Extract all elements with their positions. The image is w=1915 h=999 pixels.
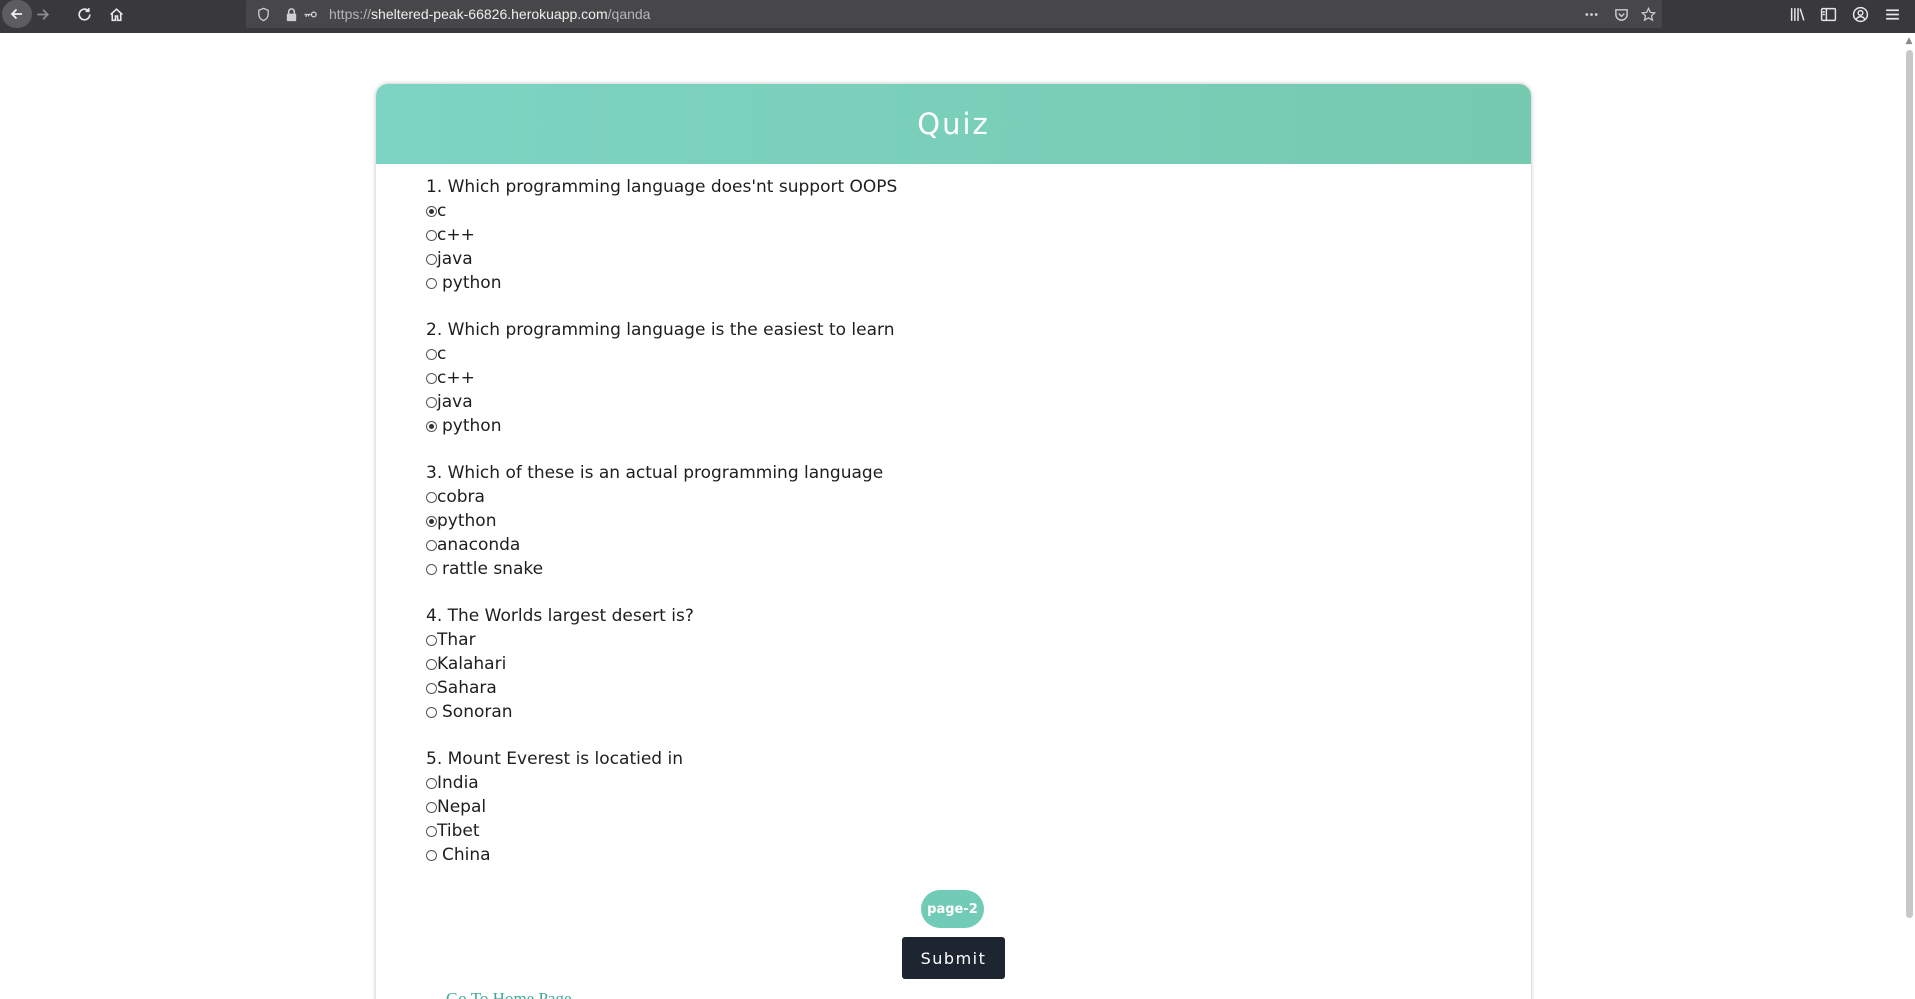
question-text: 5. Mount Everest is locatied in [426, 749, 683, 769]
shield-icon[interactable] [254, 5, 272, 23]
option-india[interactable]: India [426, 771, 897, 795]
quiz-card: Quiz 1. Which programming language does'… [376, 84, 1531, 999]
radio-button[interactable] [426, 777, 437, 789]
reload-icon[interactable] [69, 0, 99, 28]
option-kalahari[interactable]: Kalahari [426, 652, 897, 676]
account-icon[interactable] [1845, 0, 1875, 28]
option-java[interactable]: java [426, 247, 897, 271]
pocket-icon[interactable] [1612, 5, 1630, 23]
home-page-link[interactable]: Go To Home Page [446, 989, 572, 999]
option-python[interactable]: python [426, 509, 897, 533]
question-text: 1. Which programming language does'nt su… [426, 177, 898, 197]
option-label: anaconda [437, 535, 521, 555]
home-icon[interactable] [101, 0, 131, 28]
radio-button[interactable] [426, 253, 437, 265]
option-rattle-snake[interactable]: rattle snake [426, 557, 897, 581]
more-icon[interactable] [1582, 5, 1600, 23]
option-label: python [442, 416, 502, 436]
option-label: c++ [437, 225, 475, 245]
menu-icon[interactable] [1877, 0, 1907, 28]
radio-button[interactable] [426, 634, 437, 646]
option-china[interactable]: China [426, 843, 897, 867]
option-sonoran[interactable]: Sonoran [426, 700, 897, 724]
option-label: java [437, 392, 473, 412]
option-cobra[interactable]: cobra [426, 485, 897, 509]
option-python[interactable]: python [426, 414, 897, 438]
option-label: China [442, 845, 491, 865]
option-nepal[interactable]: Nepal [426, 795, 897, 819]
radio-button[interactable] [426, 205, 437, 217]
sidebar-icon[interactable] [1813, 0, 1843, 28]
question-text: 4. The Worlds largest desert is? [426, 606, 694, 626]
option-tibet[interactable]: Tibet [426, 819, 897, 843]
option-label: c [437, 201, 447, 221]
radio-button[interactable] [426, 825, 437, 837]
option-cpp[interactable]: c++ [426, 366, 897, 390]
option-label: java [437, 249, 473, 269]
url-host: sheltered-peak-66826.herokuapp.com [371, 6, 608, 22]
radio-button[interactable] [426, 491, 437, 503]
forward-icon[interactable] [27, 0, 57, 28]
question-text: 3. Which of these is an actual programmi… [426, 463, 884, 483]
option-java[interactable]: java [426, 390, 897, 414]
radio-button[interactable] [426, 515, 437, 527]
option-anaconda[interactable]: anaconda [426, 533, 897, 557]
option-label: Kalahari [437, 654, 507, 674]
url-prefix: https:// [329, 6, 372, 22]
star-icon[interactable] [1639, 5, 1657, 23]
option-label: rattle snake [442, 559, 544, 579]
option-label: python [437, 511, 497, 531]
key-icon[interactable] [301, 5, 319, 23]
option-label: Sonoran [442, 702, 513, 722]
option-thar[interactable]: Thar [426, 628, 897, 652]
option-label: c [437, 344, 447, 364]
radio-button[interactable] [426, 420, 437, 432]
radio-button[interactable] [426, 682, 437, 694]
question-5: 5. Mount Everest is locatied in India Ne… [426, 747, 897, 890]
url-bar[interactable]: https://sheltered-peak-66826.herokuapp.c… [246, 0, 1662, 28]
option-c[interactable]: c [426, 342, 897, 366]
question-text: 2. Which programming language is the eas… [426, 320, 895, 340]
option-label: Thar [437, 630, 476, 650]
question-3: 3. Which of these is an actual programmi… [426, 461, 897, 604]
option-label: cobra [437, 487, 485, 507]
submit-button[interactable]: Submit [902, 937, 1005, 979]
quiz-header: Quiz [376, 84, 1531, 164]
radio-button[interactable] [426, 277, 437, 289]
radio-button[interactable] [426, 801, 437, 813]
scrollbar-thumb[interactable] [1906, 50, 1913, 918]
question-4: 4. The Worlds largest desert is? Thar Ka… [426, 604, 897, 747]
option-label: python [442, 273, 502, 293]
url-path: /qanda [607, 6, 651, 22]
radio-button[interactable] [426, 372, 437, 384]
option-label: Tibet [437, 821, 480, 841]
option-cpp[interactable]: c++ [426, 223, 897, 247]
page-indicator[interactable]: page-2 [921, 890, 984, 928]
option-label: Sahara [437, 678, 497, 698]
radio-button[interactable] [426, 348, 437, 360]
radio-button[interactable] [426, 229, 437, 241]
radio-button[interactable] [426, 658, 437, 670]
question-2: 2. Which programming language is the eas… [426, 318, 897, 461]
browser-toolbar: https://sheltered-peak-66826.herokuapp.c… [0, 0, 1915, 33]
option-sahara[interactable]: Sahara [426, 676, 897, 700]
url-text[interactable]: https://sheltered-peak-66826.herokuapp.c… [329, 6, 650, 22]
scroll-up-icon[interactable]: ▲ [1904, 36, 1914, 46]
question-1: 1. Which programming language does'nt su… [426, 175, 897, 318]
radio-button[interactable] [426, 396, 437, 408]
lock-icon[interactable] [282, 5, 300, 23]
option-label: c++ [437, 368, 475, 388]
library-icon[interactable] [1782, 0, 1812, 28]
option-label: India [437, 773, 479, 793]
radio-button[interactable] [426, 849, 437, 861]
question-list: 1. Which programming language does'nt su… [426, 175, 897, 890]
radio-button[interactable] [426, 706, 437, 718]
option-label: Nepal [437, 797, 487, 817]
radio-button[interactable] [426, 539, 437, 551]
option-python[interactable]: python [426, 271, 897, 295]
radio-button[interactable] [426, 563, 437, 575]
quiz-title: Quiz [917, 107, 990, 141]
option-c[interactable]: c [426, 199, 897, 223]
